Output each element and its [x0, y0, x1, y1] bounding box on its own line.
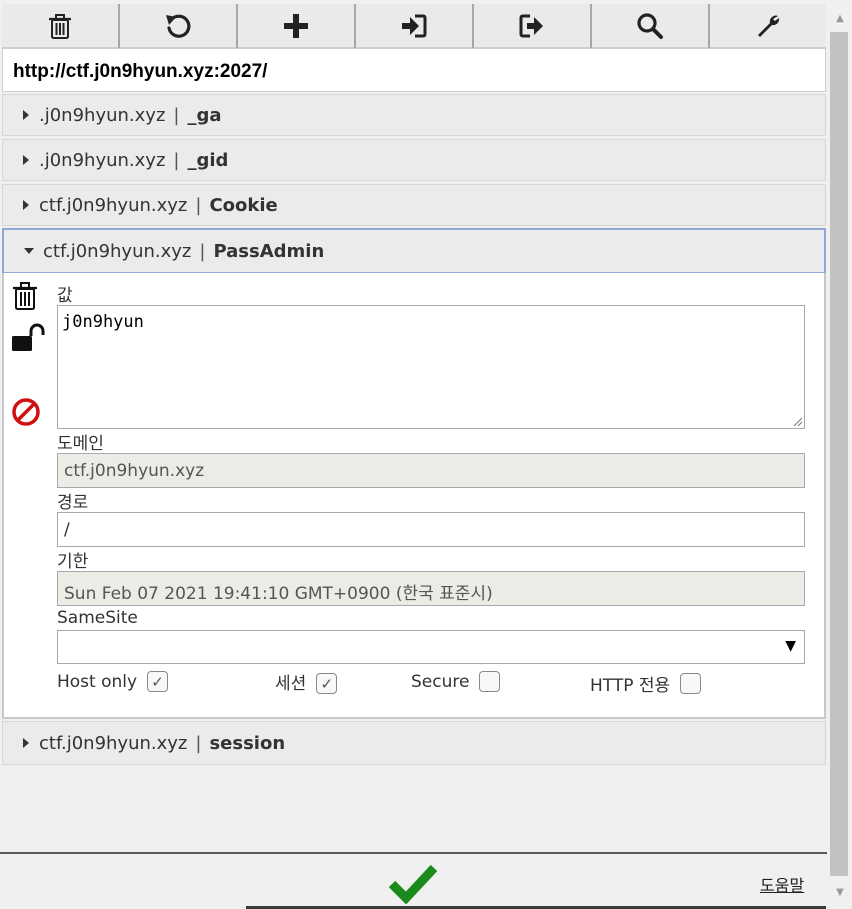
footer-bar: 도움말: [0, 852, 827, 909]
samesite-select[interactable]: ▼: [57, 630, 805, 664]
plus-icon: [284, 14, 308, 38]
help-link[interactable]: 도움말: [760, 872, 804, 896]
import-icon: [402, 14, 427, 38]
secure-checkbox[interactable]: [479, 671, 501, 692]
cookie-separator: |: [173, 149, 180, 171]
httponly-checkbox[interactable]: [680, 673, 702, 694]
cookie-domain: .j0n9hyun.xyz: [39, 149, 166, 171]
cookie-name: PassAdmin: [213, 240, 325, 262]
export-button[interactable]: [474, 4, 592, 48]
undo-icon: [166, 14, 191, 38]
expand-arrow-icon: [23, 110, 29, 120]
block-icon: [12, 398, 40, 426]
protect-cookie-button[interactable]: [11, 323, 45, 357]
checkmark-icon: ✓: [151, 672, 164, 691]
scroll-down-arrow-icon[interactable]: ▼: [833, 886, 847, 900]
domain-label: 도메인: [57, 434, 104, 454]
scrollbar-thumb[interactable]: [830, 32, 848, 876]
cookie-row-session[interactable]: ctf.j0n9hyun.xyz | session: [2, 721, 826, 765]
value-text: j0n9hyun: [62, 312, 144, 332]
value-textarea[interactable]: j0n9hyun: [57, 305, 805, 429]
hostonly-option: Host only ✓: [57, 671, 169, 692]
toolbar: [2, 4, 826, 48]
flags-row: Host only ✓ 세션 ✓ Secure HTTP 전용: [57, 671, 805, 699]
save-button[interactable]: [388, 862, 438, 905]
resize-grip-icon[interactable]: [792, 416, 802, 426]
expiry-field[interactable]: Sun Feb 07 2021 19:41:10 GMT+0900 (한국 표준…: [57, 571, 805, 606]
scroll-up-arrow-icon[interactable]: ▲: [833, 12, 847, 26]
checkmark-icon: [388, 864, 438, 905]
value-label: 값: [57, 286, 73, 306]
cookie-domain: ctf.j0n9hyun.xyz: [39, 732, 188, 754]
path-label: 경로: [57, 493, 89, 513]
block-cookie-button[interactable]: [11, 397, 41, 431]
hostonly-checkbox[interactable]: ✓: [147, 671, 169, 692]
cookie-domain: .j0n9hyun.xyz: [39, 104, 166, 126]
cookie-row-passadmin[interactable]: ctf.j0n9hyun.xyz | PassAdmin: [2, 228, 826, 274]
path-field[interactable]: /: [57, 512, 805, 547]
secure-label: Secure: [411, 671, 470, 692]
export-icon: [519, 14, 543, 38]
session-option: 세션 ✓: [275, 669, 338, 694]
collapse-arrow-icon: [24, 248, 34, 254]
url-display: http://ctf.j0n9hyun.xyz:2027/: [2, 48, 826, 92]
search-button[interactable]: [592, 4, 710, 48]
trash-icon: [13, 282, 37, 310]
cookie-row-gid[interactable]: .j0n9hyun.xyz | _gid: [2, 139, 826, 181]
cookie-separator: |: [199, 240, 206, 262]
expiry-label: 기한: [57, 552, 89, 572]
delete-cookie-button[interactable]: [11, 281, 39, 315]
cookie-name: _gid: [187, 149, 229, 171]
samesite-label: SameSite: [57, 608, 138, 628]
cookie-row-ga[interactable]: .j0n9hyun.xyz | _ga: [2, 94, 826, 136]
cookie-name: session: [209, 732, 286, 754]
trash-icon: [49, 14, 71, 39]
delete-all-button[interactable]: [2, 4, 120, 48]
unlock-icon: [12, 323, 45, 351]
expand-arrow-icon: [23, 738, 29, 748]
cookie-separator: |: [195, 194, 202, 216]
secure-option: Secure: [411, 671, 501, 692]
session-checkbox[interactable]: ✓: [316, 673, 338, 694]
cookie-separator: |: [173, 104, 180, 126]
cookie-separator: |: [195, 732, 202, 754]
domain-field[interactable]: ctf.j0n9hyun.xyz: [57, 453, 805, 488]
search-icon: [637, 13, 663, 39]
expand-arrow-icon: [23, 155, 29, 165]
cookie-detail-panel: 값 j0n9hyun 도메인 ctf.j0n9hyun.xyz 경로 / 기한 …: [2, 273, 826, 719]
wrench-icon: [758, 15, 780, 37]
reset-button[interactable]: [120, 4, 238, 48]
options-button[interactable]: [710, 4, 826, 48]
cookie-name: Cookie: [209, 194, 278, 216]
import-button[interactable]: [356, 4, 474, 48]
dropdown-arrow-icon: ▼: [785, 638, 796, 654]
httponly-option: HTTP 전용: [590, 671, 702, 696]
httponly-label: HTTP 전용: [590, 676, 671, 696]
cookie-domain: ctf.j0n9hyun.xyz: [39, 194, 188, 216]
cookie-name: _ga: [187, 104, 222, 126]
session-label: 세션: [275, 674, 307, 694]
add-cookie-button[interactable]: [238, 4, 356, 48]
cookie-domain: ctf.j0n9hyun.xyz: [43, 240, 192, 262]
scrollbar[interactable]: ▲ ▼: [827, 0, 852, 909]
cookie-row-cookie[interactable]: ctf.j0n9hyun.xyz | Cookie: [2, 184, 826, 226]
hostonly-label: Host only: [57, 671, 138, 692]
checkmark-icon: ✓: [320, 674, 334, 693]
expand-arrow-icon: [23, 200, 29, 210]
